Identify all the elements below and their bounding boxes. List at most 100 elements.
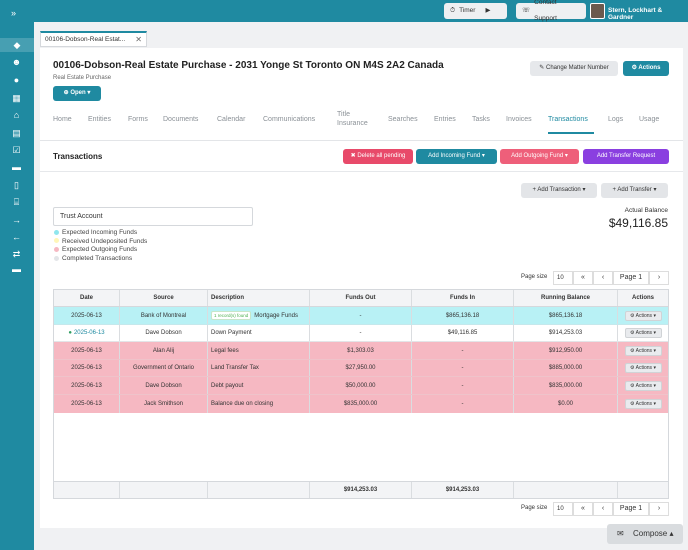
- date-cell: 2025-06-13: [54, 307, 120, 324]
- circle-icon: ⊕: [63, 90, 69, 96]
- change-matter-number-button[interactable]: ✎ Change Matter Number: [530, 61, 618, 76]
- tab-invoices[interactable]: Invoices: [506, 115, 532, 125]
- legend-swatch: [54, 255, 59, 261]
- add-transfer-request-button[interactable]: Add Transfer Request: [583, 149, 669, 164]
- row-actions-button[interactable]: ⚙ Actions ▾: [624, 363, 662, 373]
- tab-forms[interactable]: Forms: [128, 115, 148, 125]
- tab-home[interactable]: Home: [53, 115, 72, 125]
- column-header[interactable]: Description: [208, 290, 310, 306]
- row-actions-button[interactable]: ⚙ Actions ▾: [624, 345, 662, 356]
- tab-communications[interactable]: Communications: [263, 115, 315, 125]
- document-icon[interactable]: ▯: [11, 180, 22, 190]
- page-size-input[interactable]: 10: [553, 271, 573, 285]
- account-select[interactable]: Trust Account: [53, 207, 253, 226]
- compose-button[interactable]: ✉ Compose ▴: [607, 524, 683, 544]
- tab-documents[interactable]: Documents: [163, 115, 198, 125]
- column-header[interactable]: Actions: [618, 290, 668, 306]
- compose-label: Compose: [633, 529, 668, 538]
- row-actions-button[interactable]: ⚙ Actions ▾: [624, 399, 662, 409]
- book-icon[interactable]: ▬: [11, 162, 22, 172]
- contacts-icon[interactable]: ☻: [11, 57, 22, 67]
- balance-cell: $914,253.03: [514, 325, 618, 341]
- page-size-label: Page size: [521, 505, 548, 511]
- matter-actions-button[interactable]: ⚙ Actions: [623, 61, 669, 76]
- description-cell: Balance due on closing: [208, 395, 310, 413]
- match-badge[interactable]: 1 record(s) found: [211, 311, 252, 320]
- row-actions-button[interactable]: ⚙ Actions ▾: [624, 328, 662, 338]
- tasks-icon[interactable]: ☑: [11, 145, 22, 155]
- avatar[interactable]: [590, 3, 605, 19]
- add-transfer-button[interactable]: + Add Transfer ▾: [601, 183, 668, 198]
- first-page-button[interactable]: «: [573, 271, 593, 285]
- description-cell: Down Payment: [208, 325, 310, 341]
- column-header[interactable]: Source: [120, 290, 208, 306]
- table-row[interactable]: 2025-06-13 Jack Smithson Balance due on …: [54, 395, 668, 413]
- legend-label: Expected Outgoing Funds: [62, 246, 138, 254]
- home-icon[interactable]: ⌂: [11, 110, 22, 120]
- building-icon[interactable]: ▦: [11, 93, 22, 103]
- close-icon[interactable]: ✕: [135, 35, 142, 44]
- tab-searches[interactable]: Searches: [388, 115, 418, 125]
- user-icon[interactable]: ●: [11, 75, 22, 85]
- add-transaction-button[interactable]: + Add Transaction ▾: [521, 183, 597, 198]
- timer-button[interactable]: ⏱ Timer ▶: [444, 3, 507, 19]
- row-actions-button[interactable]: ⚙ Actions ▾: [624, 380, 662, 391]
- first-page-button[interactable]: «: [573, 502, 593, 516]
- add-outgoing-fund-label: Add Outgoing Fund: [511, 153, 564, 159]
- table-row[interactable]: 2025-06-13 Government of Ontario Land Tr…: [54, 360, 668, 377]
- page-size-label: Page size: [521, 274, 548, 280]
- total-cell: [618, 482, 668, 498]
- pager-top: Page size 10 « ‹ Page 1 ›: [521, 271, 669, 285]
- table-row[interactable]: 2025-06-13 Alan Alij Legal fees $1,303.0…: [54, 342, 668, 360]
- column-header[interactable]: Date: [54, 290, 120, 306]
- add-incoming-fund-button[interactable]: Add Incoming Fund ▾: [416, 149, 497, 164]
- column-header[interactable]: Running Balance: [514, 290, 618, 306]
- transactions-table: Date Source Description Funds Out Funds …: [53, 289, 669, 499]
- add-outgoing-fund-button[interactable]: Add Outgoing Fund ▾: [500, 149, 579, 164]
- tab-calendar[interactable]: Calendar: [217, 115, 245, 125]
- matter-tab[interactable]: 00106-Dobson-Real Estat... ✕: [40, 31, 147, 47]
- chevron-down-icon: ▾: [87, 90, 91, 96]
- matters-icon[interactable]: ◆: [0, 38, 34, 52]
- table-row[interactable]: ● 2025-06-13 Dave Dobson Down Payment - …: [54, 325, 668, 342]
- prev-page-button[interactable]: ‹: [593, 502, 613, 516]
- legend-label: Received Undeposited Funds: [62, 237, 148, 245]
- column-header[interactable]: Funds Out: [310, 290, 412, 306]
- next-page-button[interactable]: ›: [649, 271, 669, 285]
- tab-title-insurance[interactable]: Title Insurance: [337, 110, 375, 128]
- next-page-button[interactable]: ›: [649, 502, 669, 516]
- tab-transactions[interactable]: Transactions: [548, 115, 588, 125]
- column-header[interactable]: Funds In: [412, 290, 514, 306]
- arrow-right-icon[interactable]: →: [11, 215, 22, 225]
- status-dropdown[interactable]: ⊕ Open ▾: [53, 86, 101, 101]
- total-cell: [514, 482, 618, 498]
- chevron-down-icon: ▾: [653, 382, 656, 389]
- row-actions-label: Actions: [635, 312, 653, 319]
- expand-icon[interactable]: »: [11, 8, 16, 18]
- legend-swatch: [54, 238, 59, 244]
- chevron-down-icon: ▾: [653, 312, 656, 319]
- contact-support-button[interactable]: ☏ Contact Support: [516, 0, 586, 22]
- legend-item: Expected Outgoing Funds: [54, 246, 147, 255]
- tab-entities[interactable]: Entities: [88, 115, 111, 125]
- table-row[interactable]: 2025-06-13 Bank of Montreal 1 record(s) …: [54, 307, 668, 325]
- matter-header: 00106-Dobson-Real Estate Purchase - 2031…: [40, 48, 683, 140]
- prev-page-button[interactable]: ‹: [593, 271, 613, 285]
- more-icon[interactable]: ▬: [11, 264, 22, 274]
- calendar-icon[interactable]: ▤: [11, 128, 22, 138]
- row-actions-button[interactable]: ⚙ Actions ▾: [624, 310, 662, 321]
- transfer-icon[interactable]: ⇄: [11, 249, 22, 259]
- tab-tasks[interactable]: Tasks: [472, 115, 490, 125]
- delete-all-pending-button[interactable]: ✖ Delete all pending: [343, 149, 413, 164]
- bank-icon[interactable]: ⌸: [11, 197, 22, 207]
- page-indicator: Page 1: [613, 502, 649, 516]
- divider: [40, 171, 683, 172]
- tab-logs[interactable]: Logs: [608, 115, 623, 125]
- check-circle-icon: ●: [68, 330, 72, 336]
- page-size-input[interactable]: 10: [553, 502, 573, 516]
- tab-usage[interactable]: Usage: [639, 115, 659, 125]
- arrow-left-icon[interactable]: ←: [11, 232, 22, 242]
- funds-in-cell: $865,136.18: [412, 307, 514, 324]
- table-row[interactable]: 2025-06-13 Dave Dobson Debt payout $50,0…: [54, 377, 668, 395]
- tab-entries[interactable]: Entries: [434, 115, 456, 125]
